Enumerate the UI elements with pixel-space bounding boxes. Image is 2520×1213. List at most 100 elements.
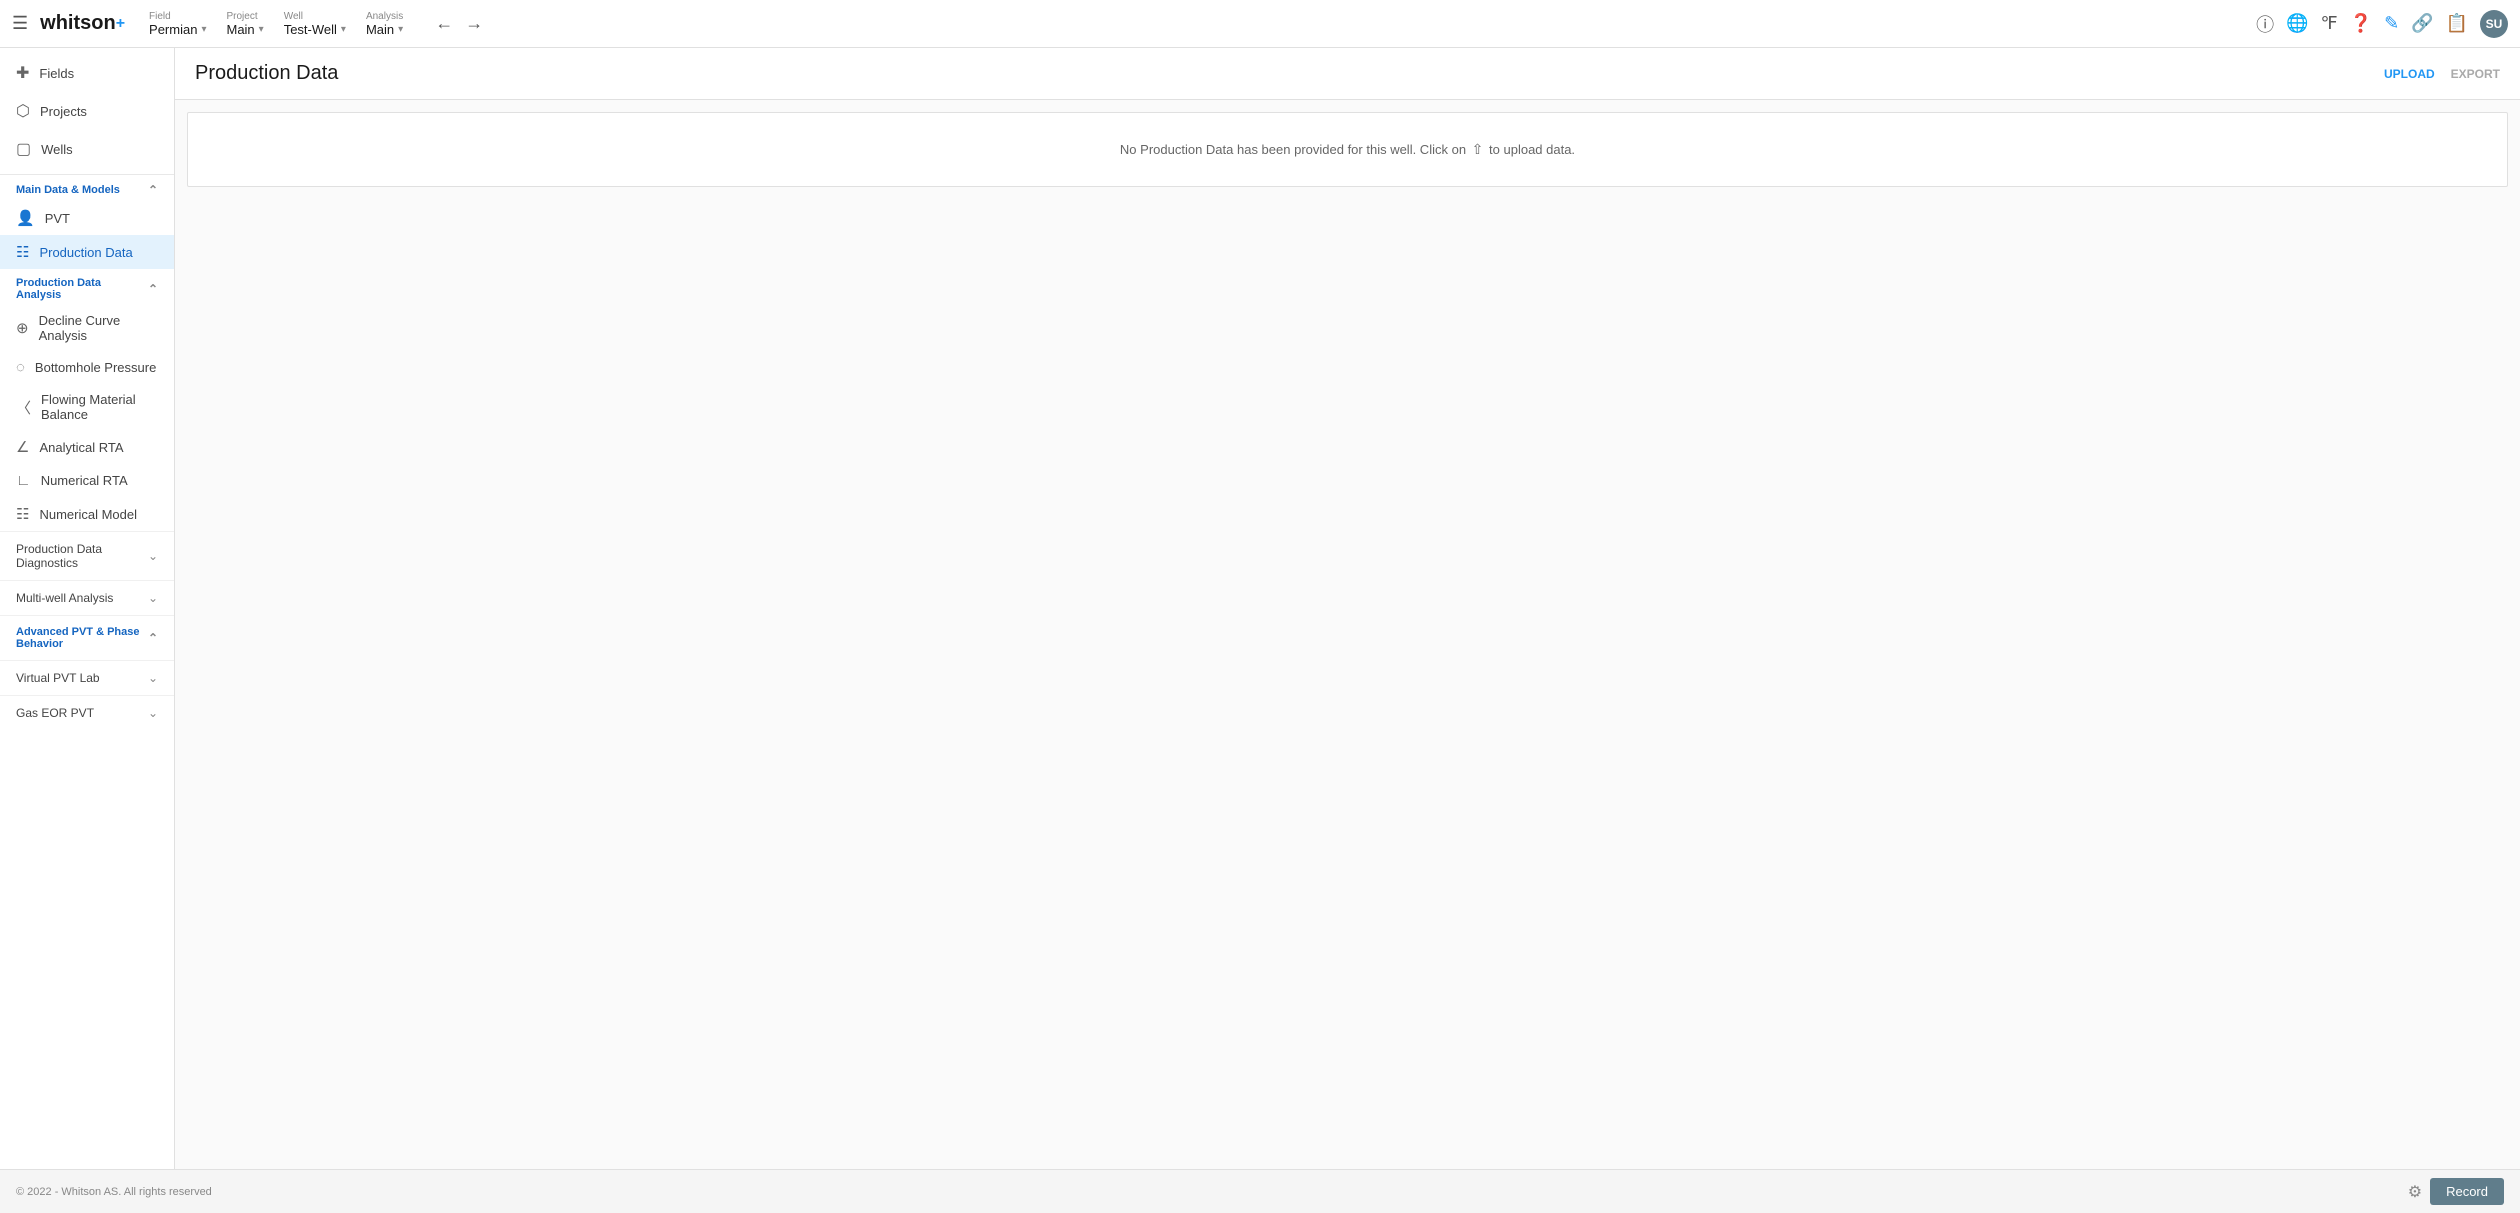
sidebar-section-diagnostics[interactable]: Production Data Diagnostics ⌄ <box>0 531 174 580</box>
app-logo: whitson+ <box>40 12 125 35</box>
sidebar-item-projects-label: Projects <box>40 104 87 119</box>
sidebar-item-decline-curve[interactable]: ⊕ Decline Curve Analysis <box>0 305 174 351</box>
sidebar-section-gas-eor-label: Gas EOR PVT <box>16 706 94 720</box>
flowing-material-icon: 〈 <box>16 397 31 418</box>
sidebar-item-flowing-material-label: Flowing Material Balance <box>41 392 158 422</box>
sidebar-item-production-data-label: Production Data <box>39 245 132 260</box>
numerical-rta-icon: ∟ <box>16 472 31 489</box>
record-button[interactable]: Record <box>2430 1178 2504 1205</box>
sidebar-item-production-data[interactable]: ☷ Production Data <box>0 235 174 269</box>
help-icon[interactable]: ❓ <box>2350 13 2372 34</box>
app-plus: + <box>116 15 125 33</box>
analysis-select[interactable]: Main ▾ <box>366 22 403 37</box>
production-analysis-section-header[interactable]: Production Data Analysis ⌃ <box>0 269 174 305</box>
empty-message-after: to upload data. <box>1489 142 1575 157</box>
topbar: ☰ whitson+ Field Permian ▾ Project Main … <box>0 0 2520 48</box>
upload-button[interactable]: UPLOAD <box>2384 63 2435 85</box>
gas-eor-chevron-icon: ⌄ <box>148 706 158 720</box>
sidebar-top-nav: ✚ Fields ⬡ Projects ▢ Wells <box>0 48 174 175</box>
analysis-chevron-icon: ▾ <box>398 24 403 35</box>
export-button[interactable]: EXPORT <box>2451 63 2500 85</box>
main-content: Production Data UPLOAD EXPORT No Product… <box>175 48 2520 1169</box>
virtual-pvt-chevron-icon: ⌄ <box>148 671 158 685</box>
project-select[interactable]: Main ▾ <box>226 22 263 37</box>
sidebar: ✚ Fields ⬡ Projects ▢ Wells Main Data & … <box>0 48 175 1169</box>
well-selector[interactable]: Well Test-Well ▾ <box>284 11 346 37</box>
project-label: Project <box>226 11 263 22</box>
multiwell-chevron-icon: ⌄ <box>148 591 158 605</box>
projects-icon: ⬡ <box>16 101 30 121</box>
sidebar-item-fields-label: Fields <box>39 66 74 81</box>
sidebar-section-multiwell[interactable]: Multi-well Analysis ⌄ <box>0 580 174 615</box>
sidebar-item-projects[interactable]: ⬡ Projects <box>0 92 174 130</box>
main-data-section-chevron-icon: ⌃ <box>148 183 158 197</box>
content-area: No Production Data has been provided for… <box>175 100 2520 1169</box>
globe-icon[interactable]: 🌐 <box>2286 13 2308 34</box>
project-selector[interactable]: Project Main ▾ <box>226 11 263 37</box>
footer-right: ⚙ Record <box>2408 1178 2504 1205</box>
upload-icon-inline: ⇧ <box>1472 141 1484 157</box>
well-chevron-icon: ▾ <box>341 24 346 35</box>
sidebar-item-decline-curve-label: Decline Curve Analysis <box>39 313 158 343</box>
sidebar-item-numerical-model-label: Numerical Model <box>39 507 137 522</box>
sidebar-section-gas-eor[interactable]: Gas EOR PVT ⌄ <box>0 695 174 730</box>
info-icon[interactable]: ⓘ <box>2256 11 2274 37</box>
sidebar-section-advanced-pvt-label: Advanced PVT & Phase Behavior <box>16 626 148 650</box>
analysis-value: Main <box>366 22 394 37</box>
production-analysis-chevron-icon: ⌃ <box>148 282 158 296</box>
production-data-icon: ☷ <box>16 243 29 261</box>
analysis-selector[interactable]: Analysis Main ▾ <box>366 11 403 37</box>
project-chevron-icon: ▾ <box>259 24 264 35</box>
production-analysis-section-label: Production Data Analysis <box>16 277 148 301</box>
well-value: Test-Well <box>284 22 337 37</box>
sidebar-section-virtual-pvt[interactable]: Virtual PVT Lab ⌄ <box>0 660 174 695</box>
main-layout: ✚ Fields ⬡ Projects ▢ Wells Main Data & … <box>0 48 2520 1169</box>
main-data-section-header[interactable]: Main Data & Models ⌃ <box>0 175 174 201</box>
footer-copyright: © 2022 - Whitson AS. All rights reserved <box>16 1186 212 1198</box>
edit-icon[interactable]: ✎ <box>2384 13 2399 34</box>
temperature-icon[interactable]: ℉ <box>2321 13 2338 34</box>
sidebar-item-flowing-material[interactable]: 〈 Flowing Material Balance <box>0 384 174 430</box>
page-title: Production Data <box>195 62 338 85</box>
topbar-context: Field Permian ▾ Project Main ▾ Well Test… <box>149 9 2248 38</box>
nav-forward-button[interactable]: → <box>461 9 487 38</box>
sidebar-item-pvt-label: PVT <box>45 211 70 226</box>
sidebar-section-virtual-pvt-label: Virtual PVT Lab <box>16 671 100 685</box>
field-select[interactable]: Permian ▾ <box>149 22 206 37</box>
page-header: Production Data UPLOAD EXPORT <box>175 48 2520 100</box>
sidebar-item-numerical-rta[interactable]: ∟ Numerical RTA <box>0 464 174 497</box>
field-selector[interactable]: Field Permian ▾ <box>149 11 206 37</box>
app-name: whitson <box>40 12 116 35</box>
analytical-rta-icon: ∠ <box>16 438 29 456</box>
nav-back-button[interactable]: ← <box>431 9 457 38</box>
bottomhole-icon: ◌ <box>16 359 25 376</box>
field-label: Field <box>149 11 206 22</box>
sidebar-item-bottomhole-pressure[interactable]: ◌ Bottomhole Pressure <box>0 351 174 384</box>
copy-icon[interactable]: 📋 <box>2446 13 2468 34</box>
well-select[interactable]: Test-Well ▾ <box>284 22 346 37</box>
footer-settings-icon[interactable]: ⚙ <box>2408 1182 2422 1202</box>
page-actions: UPLOAD EXPORT <box>2384 63 2500 85</box>
analysis-label: Analysis <box>366 11 403 22</box>
nav-arrows: ← → <box>431 9 487 38</box>
empty-message-before: No Production Data has been provided for… <box>1120 142 1466 157</box>
sidebar-item-wells[interactable]: ▢ Wells <box>0 130 174 168</box>
well-label: Well <box>284 11 346 22</box>
footer: © 2022 - Whitson AS. All rights reserved… <box>0 1169 2520 1213</box>
menu-icon[interactable]: ☰ <box>12 13 28 34</box>
advanced-pvt-chevron-icon: ⌃ <box>148 631 158 645</box>
sidebar-item-fields[interactable]: ✚ Fields <box>0 54 174 92</box>
main-data-section-label: Main Data & Models <box>16 184 120 196</box>
sidebar-section-advanced-pvt[interactable]: Advanced PVT & Phase Behavior ⌃ <box>0 615 174 660</box>
numerical-model-icon: ☷ <box>16 505 29 523</box>
field-value: Permian <box>149 22 197 37</box>
sidebar-item-wells-label: Wells <box>41 142 73 157</box>
topbar-actions: ⓘ 🌐 ℉ ❓ ✎ 🔗 📋 SU <box>2256 10 2508 38</box>
avatar[interactable]: SU <box>2480 10 2508 38</box>
pvt-icon: 👤 <box>16 209 35 227</box>
sidebar-item-numerical-model[interactable]: ☷ Numerical Model <box>0 497 174 531</box>
link-icon[interactable]: 🔗 <box>2411 13 2433 34</box>
sidebar-item-analytical-rta[interactable]: ∠ Analytical RTA <box>0 430 174 464</box>
wells-icon: ▢ <box>16 139 31 159</box>
sidebar-item-pvt[interactable]: 👤 PVT <box>0 201 174 235</box>
